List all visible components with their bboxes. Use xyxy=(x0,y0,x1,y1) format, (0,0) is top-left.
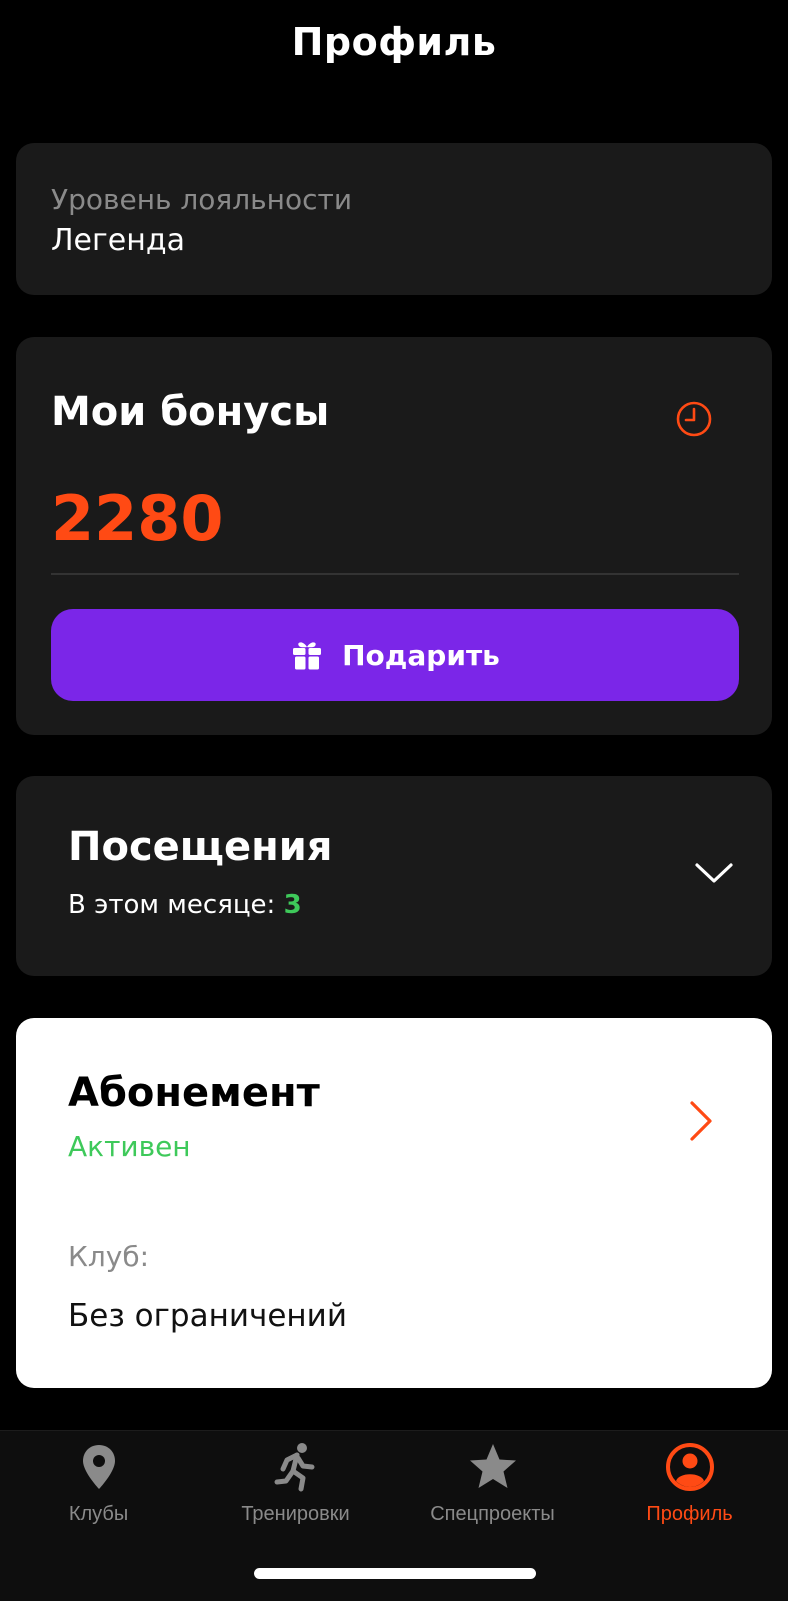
tab-special-projects[interactable]: Спецпроекты xyxy=(394,1441,591,1551)
tab-label: Профиль xyxy=(646,1503,733,1525)
bonuses-amount: 2280 xyxy=(51,482,224,555)
visits-title: Посещения xyxy=(68,824,333,870)
home-indicator[interactable] xyxy=(254,1568,536,1579)
bonuses-title: Мои бонусы xyxy=(51,389,330,435)
chevron-right-icon[interactable] xyxy=(688,1100,714,1142)
tab-trainings[interactable]: Тренировки xyxy=(197,1441,394,1551)
chevron-down-icon[interactable] xyxy=(694,858,734,888)
clock-icon[interactable] xyxy=(674,399,714,439)
running-person-icon xyxy=(274,1443,314,1492)
loyalty-card: Уровень лояльности Легенда xyxy=(16,143,772,295)
subscription-card[interactable]: Абонемент Активен Клуб: Без ограничений xyxy=(16,1018,772,1388)
tab-label: Спецпроекты xyxy=(430,1503,555,1525)
gift-button-label: Подарить xyxy=(342,638,500,672)
visits-card[interactable]: Посещения В этом месяце: 3 xyxy=(16,776,772,976)
tab-profile[interactable]: Профиль xyxy=(591,1441,788,1551)
visits-month-line: В этом месяце: 3 xyxy=(68,890,302,920)
loyalty-label: Уровень лояльности xyxy=(51,183,353,216)
visits-month-count: 3 xyxy=(283,890,302,920)
gift-icon xyxy=(293,642,322,670)
tab-label: Клубы xyxy=(68,1503,129,1525)
page-title: Профиль xyxy=(291,20,497,64)
profile-screen: Профиль Уровень лояльности Легенда Мои б… xyxy=(0,0,788,1601)
tab-label: Тренировки xyxy=(241,1503,350,1525)
club-value: Без ограничений xyxy=(68,1298,347,1334)
gift-button[interactable]: Подарить xyxy=(51,609,739,701)
loyalty-value: Легенда xyxy=(51,223,185,258)
club-label: Клуб: xyxy=(68,1240,150,1273)
star-icon xyxy=(469,1444,516,1488)
subscription-status: Активен xyxy=(68,1130,191,1163)
bonuses-card: Мои бонусы 2280 Подарить xyxy=(16,337,772,735)
visits-month-label: В этом месяце: xyxy=(68,890,276,920)
subscription-title: Абонемент xyxy=(68,1070,320,1116)
map-pin-icon xyxy=(82,1445,115,1489)
profile-icon xyxy=(665,1443,714,1491)
divider xyxy=(51,573,739,575)
tab-clubs[interactable]: Клубы xyxy=(0,1441,197,1551)
